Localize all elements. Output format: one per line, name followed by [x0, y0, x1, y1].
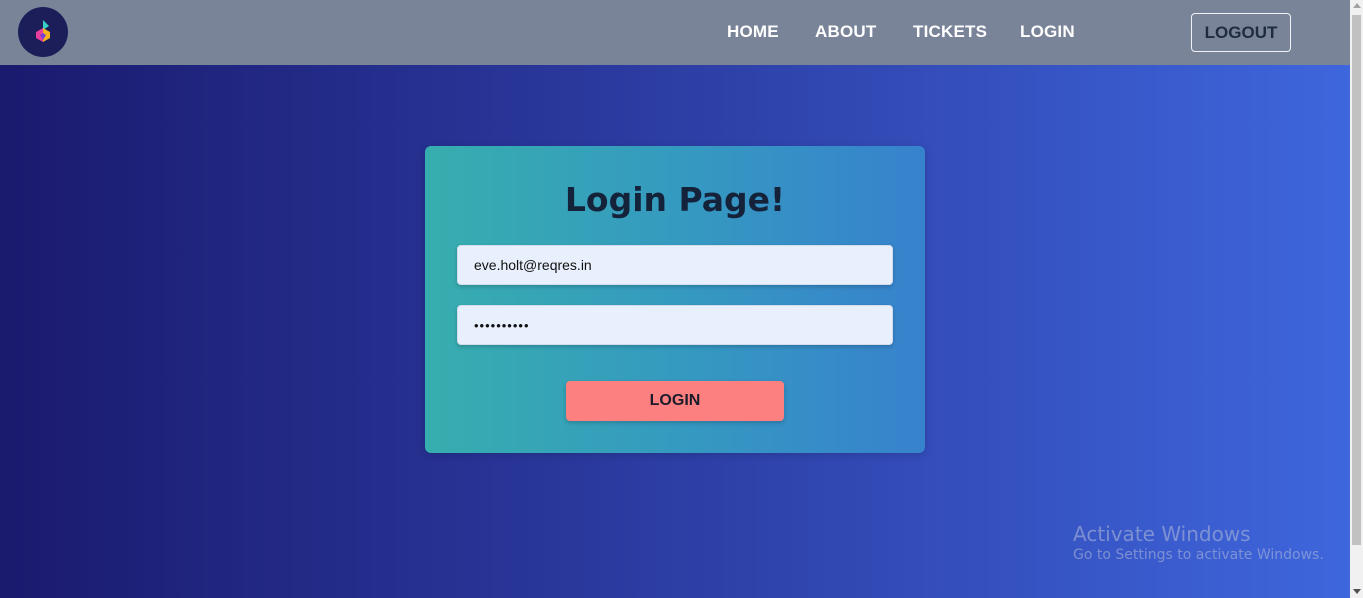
scrollbar-thumb[interactable] — [1352, 15, 1361, 545]
nav-login-link[interactable]: LOGIN — [1020, 22, 1075, 42]
page-title: Login Page! — [564, 180, 786, 219]
password-field[interactable]: •••••••••• — [457, 305, 893, 345]
scroll-up-arrow-icon[interactable] — [1353, 3, 1361, 8]
scroll-down-arrow-icon[interactable] — [1353, 589, 1361, 594]
vertical-scrollbar[interactable] — [1350, 0, 1363, 598]
activate-windows-title: Activate Windows — [1073, 522, 1251, 546]
email-field[interactable]: eve.holt@reqres.in — [457, 245, 893, 285]
navbar: HOME ABOUT TICKETS LOGIN LOGOUT — [0, 0, 1350, 65]
login-submit-button[interactable]: LOGIN — [566, 381, 784, 421]
nav-home-link[interactable]: HOME — [727, 22, 779, 42]
activate-windows-subtitle: Go to Settings to activate Windows. — [1073, 547, 1324, 563]
logout-button[interactable]: LOGOUT — [1191, 13, 1291, 52]
flame-logo-icon — [36, 20, 50, 42]
login-card: Login Page! eve.holt@reqres.in •••••••••… — [425, 146, 925, 453]
app-logo[interactable] — [18, 7, 68, 57]
nav-about-link[interactable]: ABOUT — [815, 22, 876, 42]
nav-tickets-link[interactable]: TICKETS — [913, 22, 987, 42]
